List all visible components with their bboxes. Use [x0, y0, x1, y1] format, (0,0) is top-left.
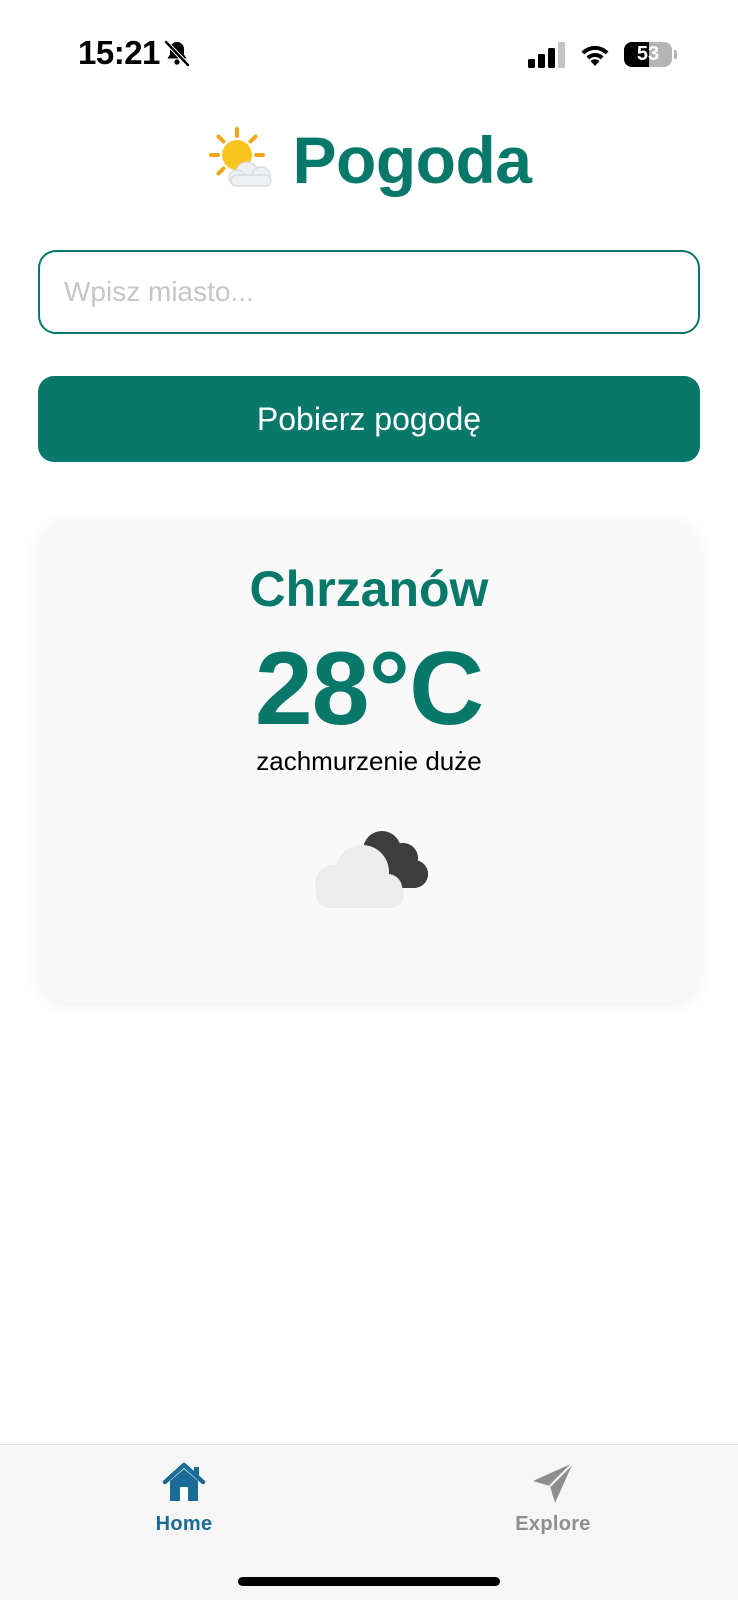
bell-slash-icon [164, 40, 190, 67]
tab-explore-label: Explore [515, 1513, 591, 1535]
app-header: Pogoda [0, 110, 738, 210]
status-bar: 15:21 53 [0, 0, 738, 110]
tab-home-label: Home [155, 1513, 213, 1535]
city-search-input[interactable] [38, 250, 700, 334]
fetch-weather-button[interactable]: Pobierz pogodę [38, 376, 700, 462]
city-name: Chrzanów [249, 561, 489, 617]
temperature: 28°C [254, 631, 484, 747]
broken-clouds-icon [315, 831, 428, 908]
wifi-icon [581, 45, 609, 66]
tab-home[interactable]: Home [104, 1459, 264, 1543]
status-time: 15:21 [78, 34, 160, 71]
sun-behind-cloud-icon [208, 127, 272, 187]
cellular-signal-icon [528, 42, 565, 68]
weather-description: zachmurzenie duże [256, 746, 482, 776]
paper-plane-icon [533, 1462, 574, 1503]
tab-bar: Home Explore [0, 1444, 738, 1600]
battery-icon: 53 [624, 40, 677, 68]
weather-card: Chrzanów 28°C zachmurzenie duże [38, 518, 700, 1002]
page-title: Pogoda [292, 123, 533, 197]
home-icon [162, 1462, 206, 1501]
battery-level: 53 [636, 43, 660, 65]
home-indicator [238, 1577, 500, 1586]
tab-explore[interactable]: Explore [473, 1459, 633, 1543]
